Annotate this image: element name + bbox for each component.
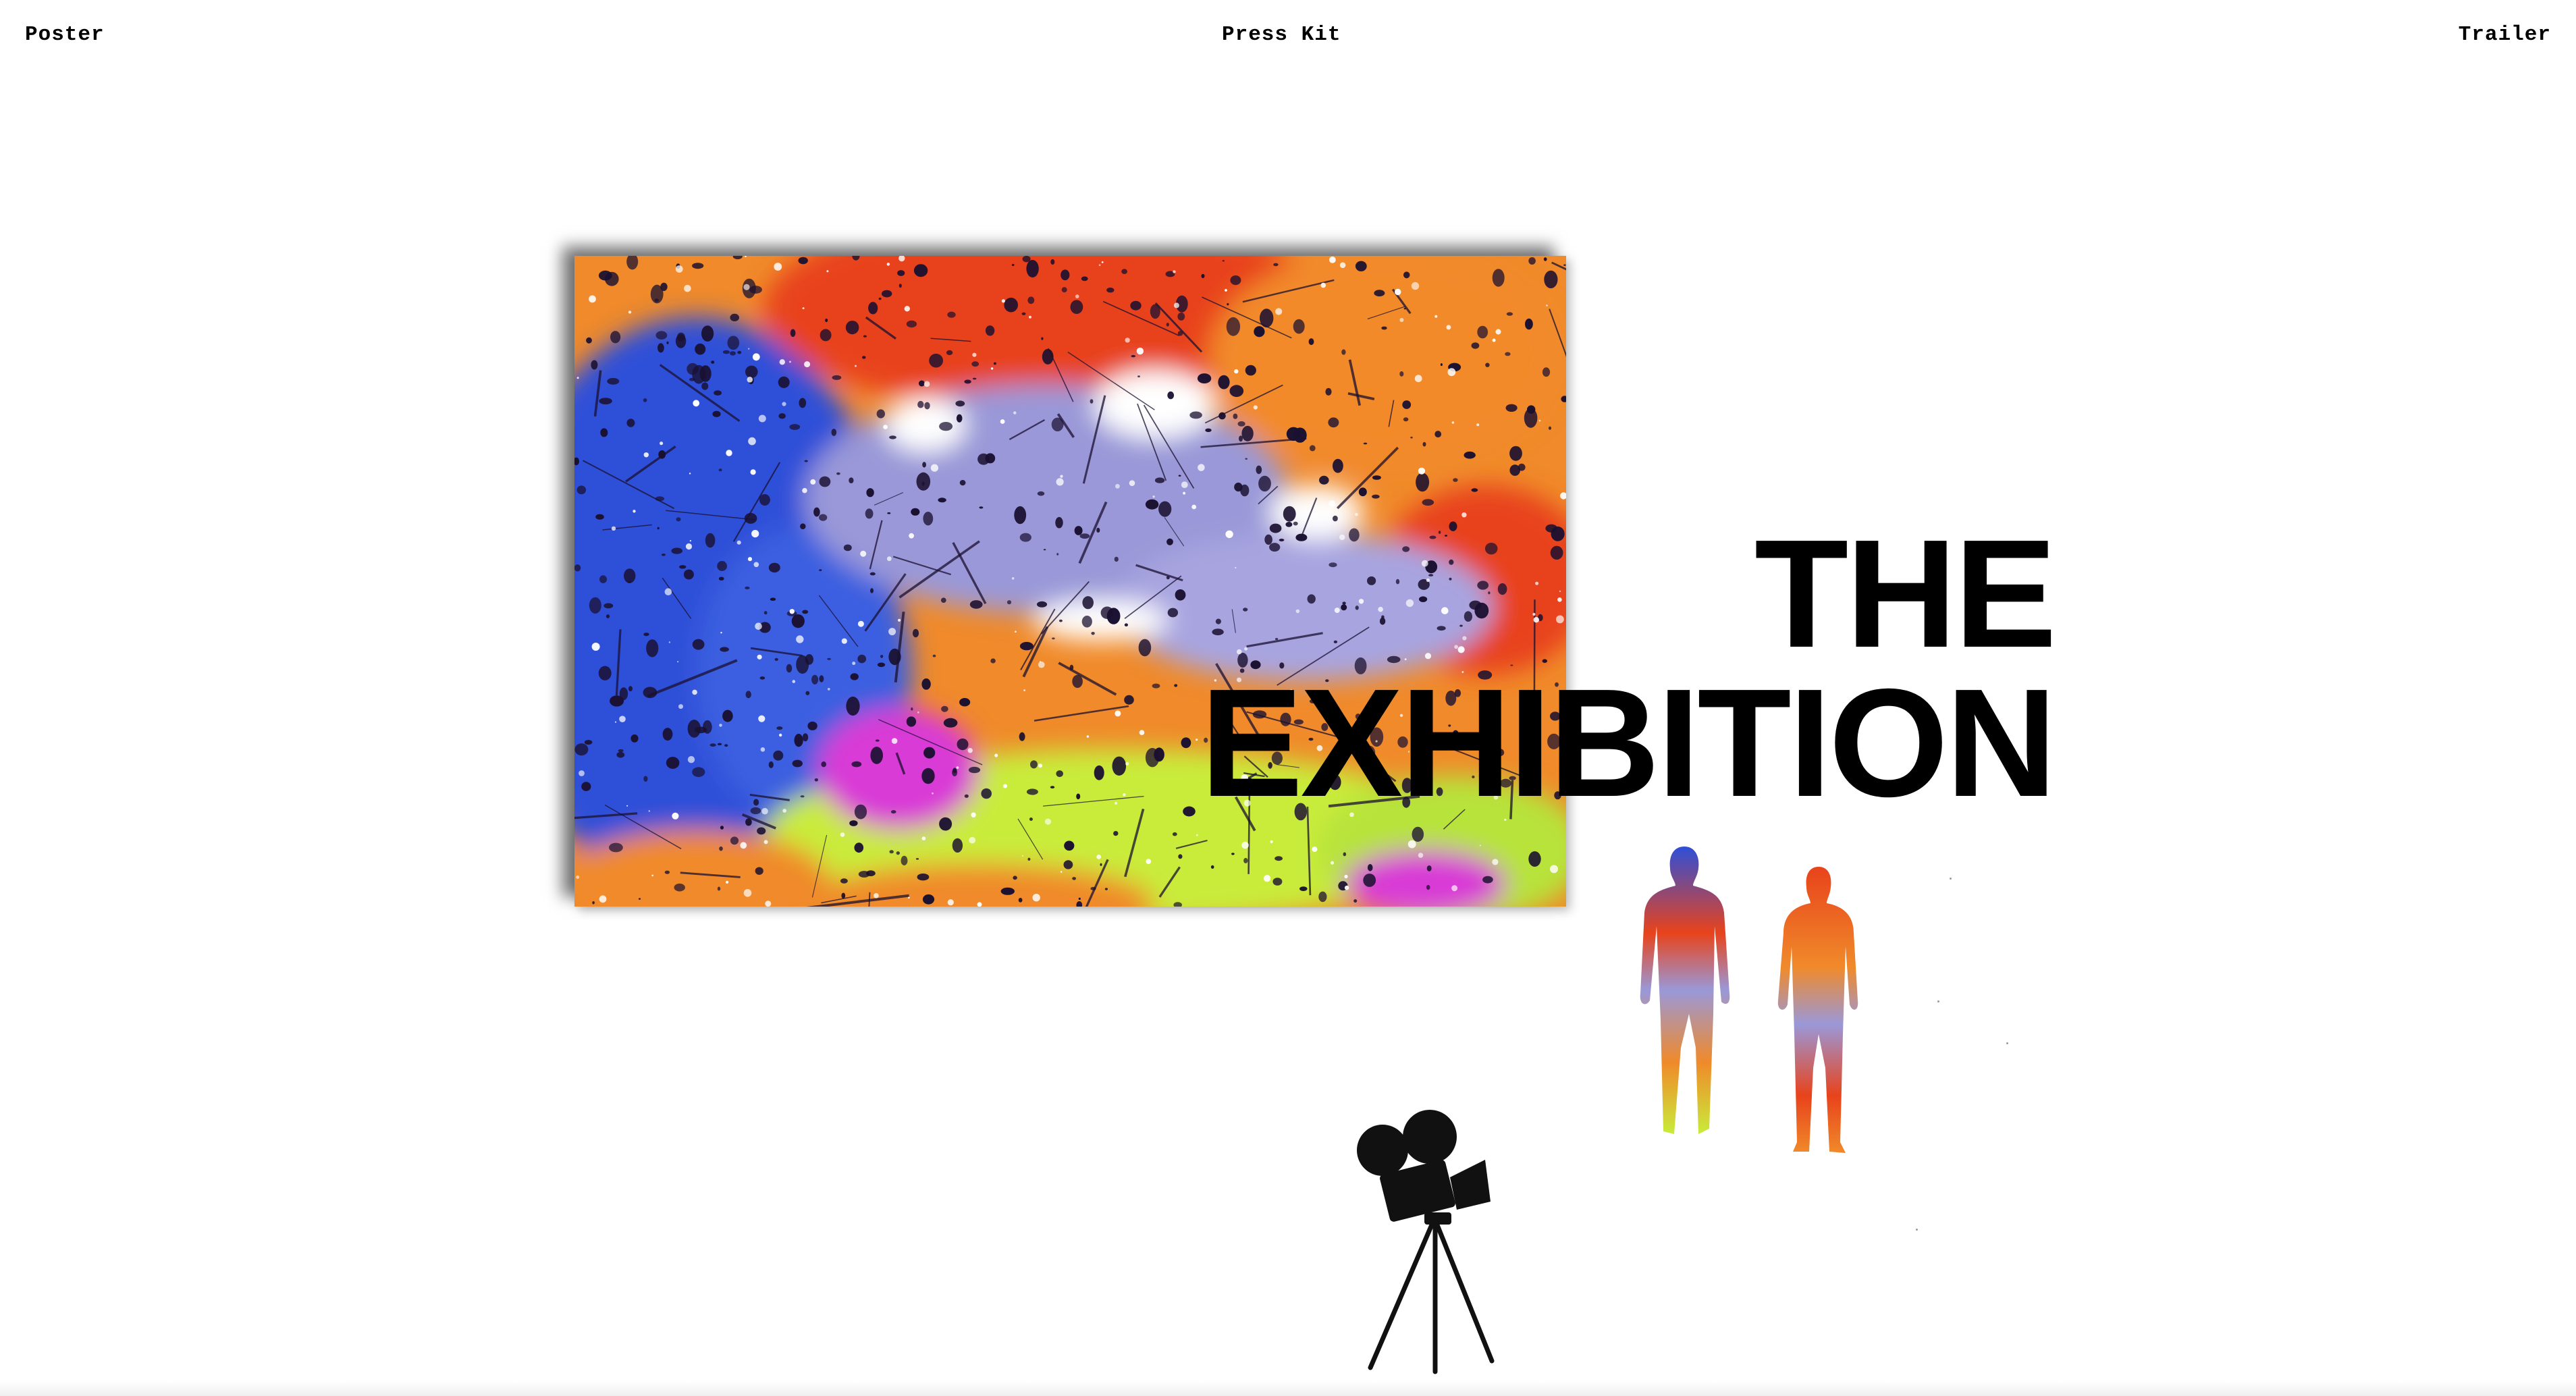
exhibition-title: THE EXHIBITION bbox=[1200, 508, 2057, 830]
floor-speck bbox=[2006, 1042, 2008, 1044]
movie-camera-icon bbox=[1357, 1110, 1495, 1374]
title-line-exhibition: EXHIBITION bbox=[1200, 657, 2057, 830]
title-line-the: THE bbox=[1754, 508, 2057, 680]
floor-speck bbox=[1937, 1000, 1939, 1002]
floor-speck bbox=[1916, 1229, 1918, 1231]
bottom-edge bbox=[0, 1381, 2576, 1396]
painted-person-figure-blue bbox=[1640, 847, 1730, 1134]
painted-person-figure-orange bbox=[1777, 867, 1858, 1153]
nav-poster-link[interactable]: Poster bbox=[25, 23, 105, 47]
floor-speck bbox=[1950, 878, 1952, 880]
nav-press-kit-link[interactable]: Press Kit bbox=[1222, 23, 1341, 47]
nav-trailer-link[interactable]: Trailer bbox=[2459, 23, 2551, 47]
